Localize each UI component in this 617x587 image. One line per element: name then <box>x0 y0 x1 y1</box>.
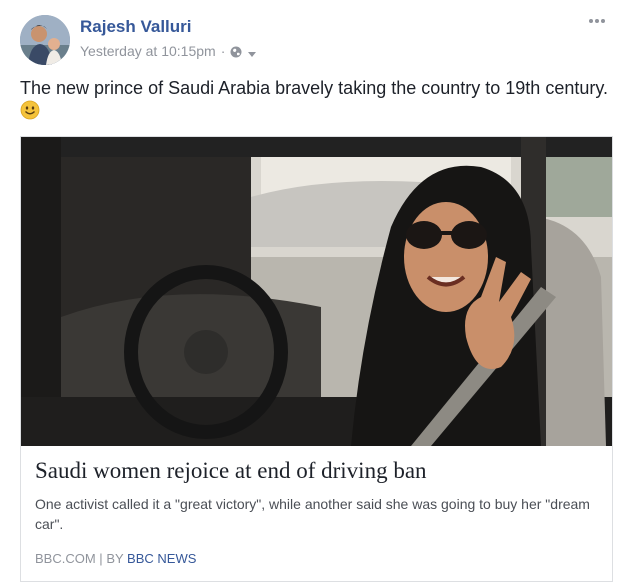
facebook-post: Rajesh Valluri Yesterday at 10:15pm · Th… <box>0 0 617 587</box>
smiley-emoji-icon <box>20 100 40 120</box>
meta-separator: · <box>220 43 226 59</box>
author-name[interactable]: Rajesh Valluri <box>80 17 192 37</box>
source-domain: BBC.COM <box>35 551 96 566</box>
avatar-photo <box>20 15 70 65</box>
post-text: The new prince of Saudi Arabia bravely t… <box>20 78 609 98</box>
post-meta: Yesterday at 10:15pm · <box>80 43 257 59</box>
post-timestamp[interactable]: Yesterday at 10:15pm <box>80 43 216 59</box>
article-source: BBC.COM | BY BBC NEWS <box>35 551 196 566</box>
article-title[interactable]: Saudi women rejoice at end of driving ba… <box>35 458 427 484</box>
author-avatar[interactable] <box>20 15 70 65</box>
privacy-dropdown-icon[interactable] <box>247 46 257 57</box>
link-preview-card[interactable]: Saudi women rejoice at end of driving ba… <box>20 136 613 582</box>
more-options-icon[interactable] <box>587 14 607 28</box>
by-prefix: BY <box>106 551 124 566</box>
article-description: One activist called it a "great victory"… <box>35 496 590 532</box>
source-author-link[interactable]: BBC NEWS <box>127 551 196 566</box>
source-divider: | <box>99 551 103 566</box>
globe-icon[interactable] <box>230 45 242 58</box>
article-image[interactable] <box>21 137 612 446</box>
